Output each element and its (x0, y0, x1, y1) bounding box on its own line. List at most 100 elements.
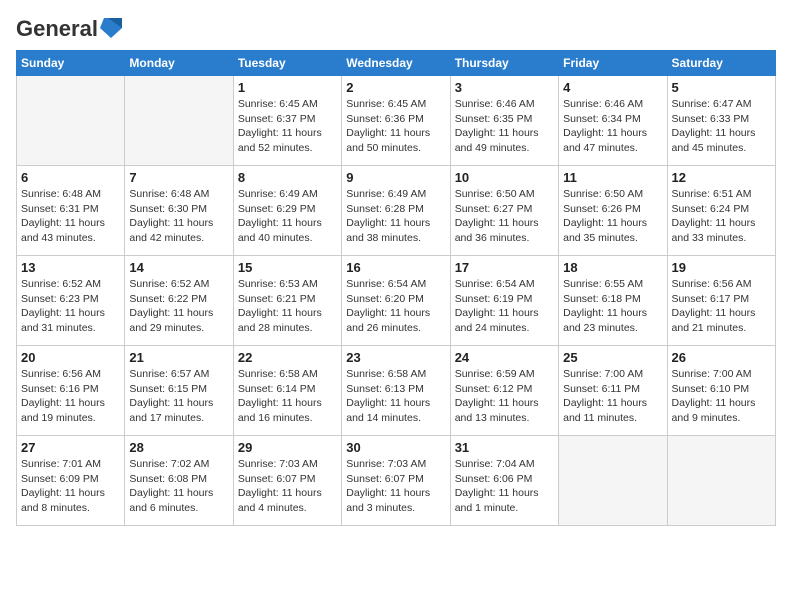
day-number: 7 (129, 170, 228, 185)
weekday-header-friday: Friday (559, 51, 667, 76)
calendar-cell: 29 Sunrise: 7:03 AMSunset: 6:07 PMDayligh… (233, 436, 341, 526)
calendar-cell: 30Sunrise: 7:03 AMSunset: 6:07 PMDayligh… (342, 436, 450, 526)
cell-info: Sunrise: 6:55 AMSunset: 6:18 PMDaylight:… (563, 277, 662, 336)
day-number: 8 (238, 170, 337, 185)
calendar-cell: 2 Sunrise: 6:45 AMSunset: 6:36 PMDaylight… (342, 76, 450, 166)
calendar-cell: 28 Sunrise: 7:02 AMSunset: 6:08 PMDayligh… (125, 436, 233, 526)
calendar-cell (125, 76, 233, 166)
day-number: 30 (346, 440, 445, 455)
week-row-3: 13Sunrise: 6:52 AMSunset: 6:23 PMDayligh… (17, 256, 776, 346)
week-row-2: 6 Sunrise: 6:48 AMSunset: 6:31 PMDaylight… (17, 166, 776, 256)
weekday-header-monday: Monday (125, 51, 233, 76)
cell-info: Sunrise: 6:56 AMSunset: 6:16 PMDaylight:… (21, 367, 120, 426)
calendar-cell: 5Sunrise: 6:47 AMSunset: 6:33 PMDaylight… (667, 76, 775, 166)
calendar-cell: 31 Sunrise: 7:04 AMSunset: 6:06 PMDayligh… (450, 436, 558, 526)
cell-info: Sunrise: 6:58 AMSunset: 6:14 PMDaylight:… (238, 367, 337, 426)
calendar-cell: 26 Sunrise: 7:00 AMSunset: 6:10 PMDayligh… (667, 346, 775, 436)
calendar-cell (559, 436, 667, 526)
calendar-cell: 15 Sunrise: 6:53 AMSunset: 6:21 PMDayligh… (233, 256, 341, 346)
cell-info: Sunrise: 7:02 AMSunset: 6:08 PMDaylight:… (129, 457, 228, 516)
cell-info: Sunrise: 6:48 AMSunset: 6:30 PMDaylight:… (129, 187, 228, 246)
day-number: 10 (455, 170, 554, 185)
cell-info: Sunrise: 6:53 AMSunset: 6:21 PMDaylight:… (238, 277, 337, 336)
cell-info: Sunrise: 6:49 AMSunset: 6:29 PMDaylight:… (238, 187, 337, 246)
cell-info: Sunrise: 6:46 AMSunset: 6:34 PMDaylight:… (563, 97, 662, 156)
day-number: 26 (672, 350, 771, 365)
cell-info: Sunrise: 6:45 AMSunset: 6:37 PMDaylight:… (238, 97, 337, 156)
calendar-cell: 1 Sunrise: 6:45 AMSunset: 6:37 PMDaylight… (233, 76, 341, 166)
weekday-header-wednesday: Wednesday (342, 51, 450, 76)
day-number: 13 (21, 260, 120, 275)
cell-info: Sunrise: 6:46 AMSunset: 6:35 PMDaylight:… (455, 97, 554, 156)
calendar-cell: 10Sunrise: 6:50 AMSunset: 6:27 PMDayligh… (450, 166, 558, 256)
calendar-cell: 24Sunrise: 6:59 AMSunset: 6:12 PMDayligh… (450, 346, 558, 436)
day-number: 28 (129, 440, 228, 455)
calendar-cell: 18 Sunrise: 6:55 AMSunset: 6:18 PMDayligh… (559, 256, 667, 346)
day-number: 19 (672, 260, 771, 275)
calendar-cell: 12 Sunrise: 6:51 AMSunset: 6:24 PMDayligh… (667, 166, 775, 256)
day-number: 24 (455, 350, 554, 365)
cell-info: Sunrise: 6:47 AMSunset: 6:33 PMDaylight:… (672, 97, 771, 156)
calendar-cell: 16Sunrise: 6:54 AMSunset: 6:20 PMDayligh… (342, 256, 450, 346)
calendar-cell: 3 Sunrise: 6:46 AMSunset: 6:35 PMDaylight… (450, 76, 558, 166)
day-number: 29 (238, 440, 337, 455)
cell-info: Sunrise: 6:50 AMSunset: 6:26 PMDaylight:… (563, 187, 662, 246)
day-number: 11 (563, 170, 662, 185)
calendar-cell: 13Sunrise: 6:52 AMSunset: 6:23 PMDayligh… (17, 256, 125, 346)
logo-icon (100, 14, 122, 40)
day-number: 12 (672, 170, 771, 185)
weekday-header-sunday: Sunday (17, 51, 125, 76)
cell-info: Sunrise: 7:00 AMSunset: 6:11 PMDaylight:… (563, 367, 662, 426)
calendar-table: SundayMondayTuesdayWednesdayThursdayFrid… (16, 50, 776, 526)
calendar-cell: 14 Sunrise: 6:52 AMSunset: 6:22 PMDayligh… (125, 256, 233, 346)
weekday-header-row: SundayMondayTuesdayWednesdayThursdayFrid… (17, 51, 776, 76)
week-row-5: 27Sunrise: 7:01 AMSunset: 6:09 PMDayligh… (17, 436, 776, 526)
calendar-cell: 17Sunrise: 6:54 AMSunset: 6:19 PMDayligh… (450, 256, 558, 346)
day-number: 17 (455, 260, 554, 275)
weekday-header-saturday: Saturday (667, 51, 775, 76)
calendar-cell: 4 Sunrise: 6:46 AMSunset: 6:34 PMDaylight… (559, 76, 667, 166)
cell-info: Sunrise: 6:48 AMSunset: 6:31 PMDaylight:… (21, 187, 120, 246)
cell-info: Sunrise: 6:52 AMSunset: 6:22 PMDaylight:… (129, 277, 228, 336)
day-number: 18 (563, 260, 662, 275)
weekday-header-thursday: Thursday (450, 51, 558, 76)
day-number: 22 (238, 350, 337, 365)
calendar-cell: 22 Sunrise: 6:58 AMSunset: 6:14 PMDayligh… (233, 346, 341, 436)
week-row-4: 20 Sunrise: 6:56 AMSunset: 6:16 PMDayligh… (17, 346, 776, 436)
day-number: 6 (21, 170, 120, 185)
page-header: General (16, 16, 776, 38)
cell-info: Sunrise: 6:56 AMSunset: 6:17 PMDaylight:… (672, 277, 771, 336)
calendar-cell: 27Sunrise: 7:01 AMSunset: 6:09 PMDayligh… (17, 436, 125, 526)
calendar-cell: 9Sunrise: 6:49 AMSunset: 6:28 PMDaylight… (342, 166, 450, 256)
day-number: 3 (455, 80, 554, 95)
calendar-cell: 8 Sunrise: 6:49 AMSunset: 6:29 PMDaylight… (233, 166, 341, 256)
calendar-cell (667, 436, 775, 526)
cell-info: Sunrise: 7:00 AMSunset: 6:10 PMDaylight:… (672, 367, 771, 426)
day-number: 20 (21, 350, 120, 365)
day-number: 1 (238, 80, 337, 95)
calendar-cell: 23Sunrise: 6:58 AMSunset: 6:13 PMDayligh… (342, 346, 450, 436)
day-number: 21 (129, 350, 228, 365)
day-number: 4 (563, 80, 662, 95)
calendar-cell: 19 Sunrise: 6:56 AMSunset: 6:17 PMDayligh… (667, 256, 775, 346)
cell-info: Sunrise: 6:45 AMSunset: 6:36 PMDaylight:… (346, 97, 445, 156)
cell-info: Sunrise: 6:54 AMSunset: 6:20 PMDaylight:… (346, 277, 445, 336)
day-number: 14 (129, 260, 228, 275)
calendar-cell: 20 Sunrise: 6:56 AMSunset: 6:16 PMDayligh… (17, 346, 125, 436)
cell-info: Sunrise: 6:51 AMSunset: 6:24 PMDaylight:… (672, 187, 771, 246)
day-number: 25 (563, 350, 662, 365)
calendar-cell: 6 Sunrise: 6:48 AMSunset: 6:31 PMDaylight… (17, 166, 125, 256)
logo: General (16, 16, 122, 38)
logo-text-general: General (16, 16, 98, 42)
day-number: 2 (346, 80, 445, 95)
calendar-cell: 7 Sunrise: 6:48 AMSunset: 6:30 PMDaylight… (125, 166, 233, 256)
day-number: 15 (238, 260, 337, 275)
day-number: 9 (346, 170, 445, 185)
cell-info: Sunrise: 7:03 AMSunset: 6:07 PMDaylight:… (238, 457, 337, 516)
calendar-cell: 25 Sunrise: 7:00 AMSunset: 6:11 PMDayligh… (559, 346, 667, 436)
day-number: 31 (455, 440, 554, 455)
day-number: 23 (346, 350, 445, 365)
week-row-1: 1 Sunrise: 6:45 AMSunset: 6:37 PMDaylight… (17, 76, 776, 166)
cell-info: Sunrise: 7:01 AMSunset: 6:09 PMDaylight:… (21, 457, 120, 516)
cell-info: Sunrise: 7:04 AMSunset: 6:06 PMDaylight:… (455, 457, 554, 516)
